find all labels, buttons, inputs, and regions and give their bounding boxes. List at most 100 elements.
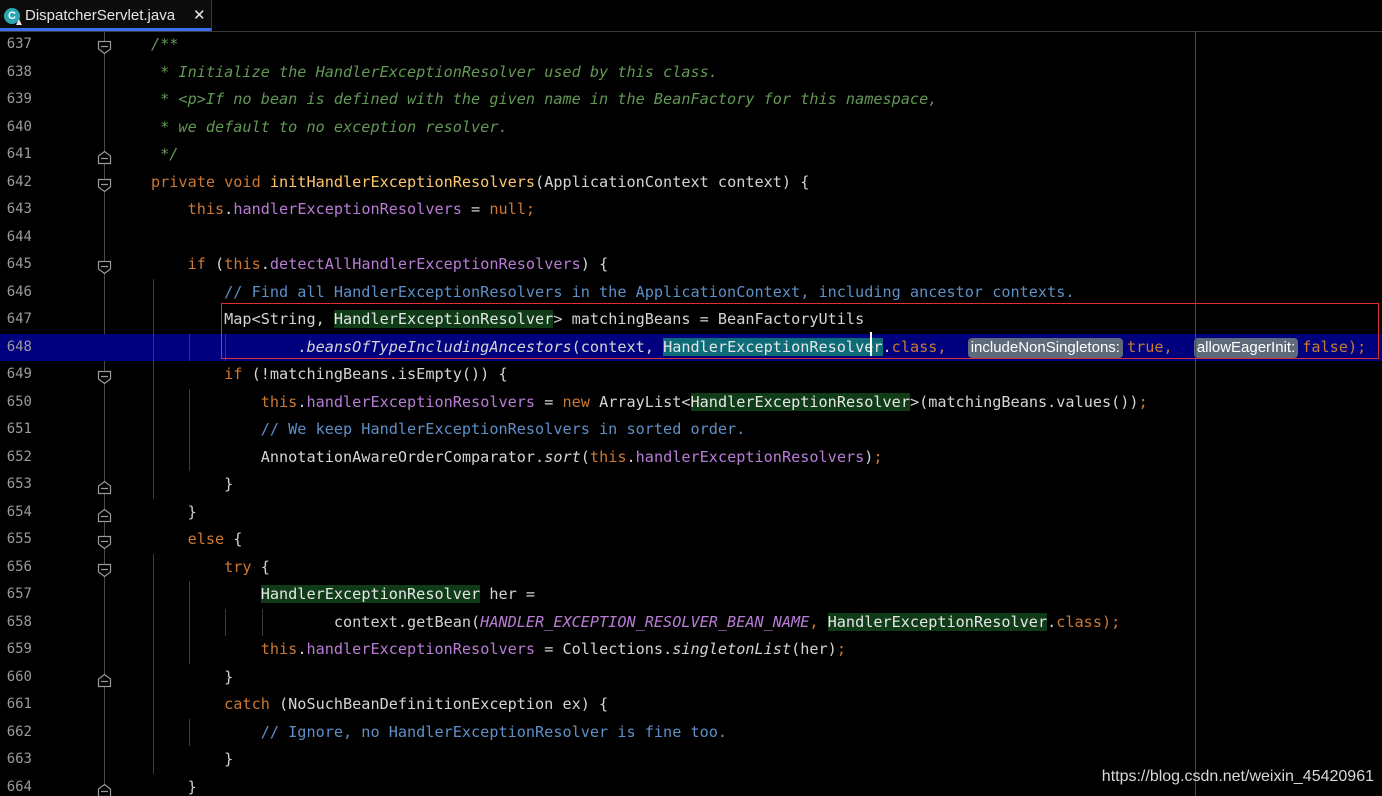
line-number[interactable]: 639 [0,86,32,114]
line-number[interactable]: 658 [0,609,32,637]
code-token: if [151,255,216,273]
line-number[interactable]: 638 [0,59,32,87]
line-number[interactable]: 640 [0,114,32,142]
code-line[interactable]: 643 this.handlerExceptionResolvers = nul… [0,196,1382,224]
code-token: initHandlerExceptionResolvers [269,172,536,191]
line-number[interactable]: 644 [0,224,32,252]
right-margin-guide [1195,31,1196,796]
line-number[interactable]: 647 [0,306,32,334]
code-text: this.handlerExceptionResolvers = new Arr… [151,389,1148,417]
line-number[interactable]: 655 [0,526,32,554]
fold-collapse-icon[interactable] [97,147,112,165]
line-number[interactable]: 663 [0,746,32,774]
code-line[interactable]: 662 // Ignore, no HandlerExceptionResolv… [0,718,1382,747]
code-text: private void initHandlerExceptionResolve… [151,169,809,197]
fold-collapse-icon[interactable] [97,477,112,495]
code-token: HANDLER_EXCEPTION_RESOLVER_BEAN_NAME [480,612,810,631]
line-number[interactable]: 645 [0,251,32,279]
line-number[interactable]: 646 [0,279,32,307]
code-line[interactable]: 648 .beansOfTypeIncludingAncestors(conte… [0,333,1382,362]
fold-expand-icon[interactable] [97,560,112,577]
code-line[interactable]: 642 private void initHandlerExceptionReso… [0,169,1382,197]
code-token: true, [1126,337,1182,356]
line-number[interactable]: 661 [0,691,32,719]
line-number[interactable]: 657 [0,581,32,609]
line-number[interactable]: 660 [0,664,32,692]
code-token: her = [480,585,536,603]
code-line[interactable]: 644 [0,224,1382,252]
code-line[interactable]: 639 * <p>If no bean is defined with the … [0,86,1382,114]
code-text: catch (NoSuchBeanDefinitionException ex)… [151,691,608,719]
line-number[interactable]: 653 [0,471,32,499]
code-editor[interactable]: 637 /** 638 * Initialize the HandlerExcept… [0,31,1382,796]
code-line[interactable]: 649 if (!matchingBeans.isEmpty()) { [0,361,1382,389]
code-token: * <p>If no bean is defined with the give… [151,90,938,108]
code-line[interactable]: 655 else { [0,526,1382,554]
code-line[interactable]: 659 this.handlerExceptionResolvers = Col… [0,636,1382,664]
code-token: class); [1056,612,1121,631]
code-token: detectAllHandlerExceptionResolvers [269,255,581,273]
code-line[interactable]: 660 } [0,663,1382,692]
fold-expand-icon[interactable] [97,37,112,55]
line-number[interactable]: 659 [0,636,32,664]
fold-collapse-icon[interactable] [97,780,112,796]
code-text: /** [151,31,178,59]
tab-dispatcherservlet-java[interactable]: C DispatcherServlet.java ✕ [0,0,212,31]
code-token: . [260,255,270,273]
fold-collapse-icon[interactable] [97,505,112,522]
code-line[interactable]: 645 if (this.detectAllHandlerExceptionRe… [0,251,1382,279]
code-line[interactable]: 653 } [0,471,1382,499]
code-token: private void [151,172,270,191]
close-icon[interactable]: ✕ [193,6,206,24]
line-number[interactable]: 649 [0,361,32,389]
line-number[interactable]: 642 [0,169,32,197]
code-text: this.handlerExceptionResolvers = null; [151,196,536,224]
line-number[interactable]: 643 [0,196,32,224]
code-token: ) { [580,255,609,273]
code-token: else [151,530,234,548]
line-number[interactable]: 637 [0,31,32,59]
code-token: * Initialize the HandlerExceptionResolve… [151,62,718,81]
code-token: HandlerExceptionResolver [333,310,554,328]
line-number[interactable]: 651 [0,416,32,444]
code-line[interactable]: 650 this.handlerExceptionResolvers = new… [0,388,1382,417]
code-line[interactable]: 647 Map<String, HandlerExceptionResolver… [0,306,1382,334]
code-text: if (!matchingBeans.isEmpty()) { [151,361,507,389]
code-line[interactable]: 637 /** [0,31,1382,59]
code-line[interactable]: 646 // Find all HandlerExceptionResolver… [0,278,1382,307]
code-token: context.getBean( [151,612,481,631]
code-line[interactable]: 658 context.getBean(HANDLER_EXCEPTION_RE… [0,608,1382,637]
code-line[interactable]: 654 } [0,499,1382,527]
code-line[interactable]: 661 catch (NoSuchBeanDefinitionException… [0,691,1382,719]
code-line[interactable]: 657 HandlerExceptionResolver her = [0,581,1382,609]
fold-collapse-icon[interactable] [97,670,112,687]
line-number[interactable]: 662 [0,719,32,747]
fold-expand-icon[interactable] [97,257,112,275]
code-line[interactable]: 640 * we default to no exception resolve… [0,114,1382,142]
line-number[interactable]: 652 [0,444,32,472]
line-number[interactable]: 656 [0,554,32,582]
code-text: * we default to no exception resolver. [151,114,507,142]
line-number[interactable]: 654 [0,499,32,527]
code-line[interactable]: 656 try { [0,553,1382,582]
code-token: ; [873,447,883,466]
fold-expand-icon[interactable] [97,175,112,192]
code-token: try [151,557,261,576]
code-token: ( [580,447,590,466]
fold-expand-icon[interactable] [97,532,112,550]
code-line[interactable]: 652 AnnotationAwareOrderComparator.sort(… [0,443,1382,472]
code-token: // Ignore, no HandlerExceptionResolver i… [151,722,728,741]
code-text: try { [151,554,270,582]
line-number[interactable]: 650 [0,389,32,417]
code-line[interactable]: 638 * Initialize the HandlerExceptionRes… [0,59,1382,87]
fold-expand-icon[interactable] [97,367,112,385]
code-token: } [151,777,197,796]
code-text: .beansOfTypeIncludingAncestors(context, … [151,334,1366,362]
line-number[interactable]: 648 [0,334,32,362]
code-line[interactable]: 651 // We keep HandlerExceptionResolvers… [0,416,1382,444]
code-text: * Initialize the HandlerExceptionResolve… [151,59,718,87]
code-line[interactable]: 641 */ [0,141,1382,169]
line-number[interactable]: 664 [0,774,32,796]
line-number[interactable]: 641 [0,141,32,169]
